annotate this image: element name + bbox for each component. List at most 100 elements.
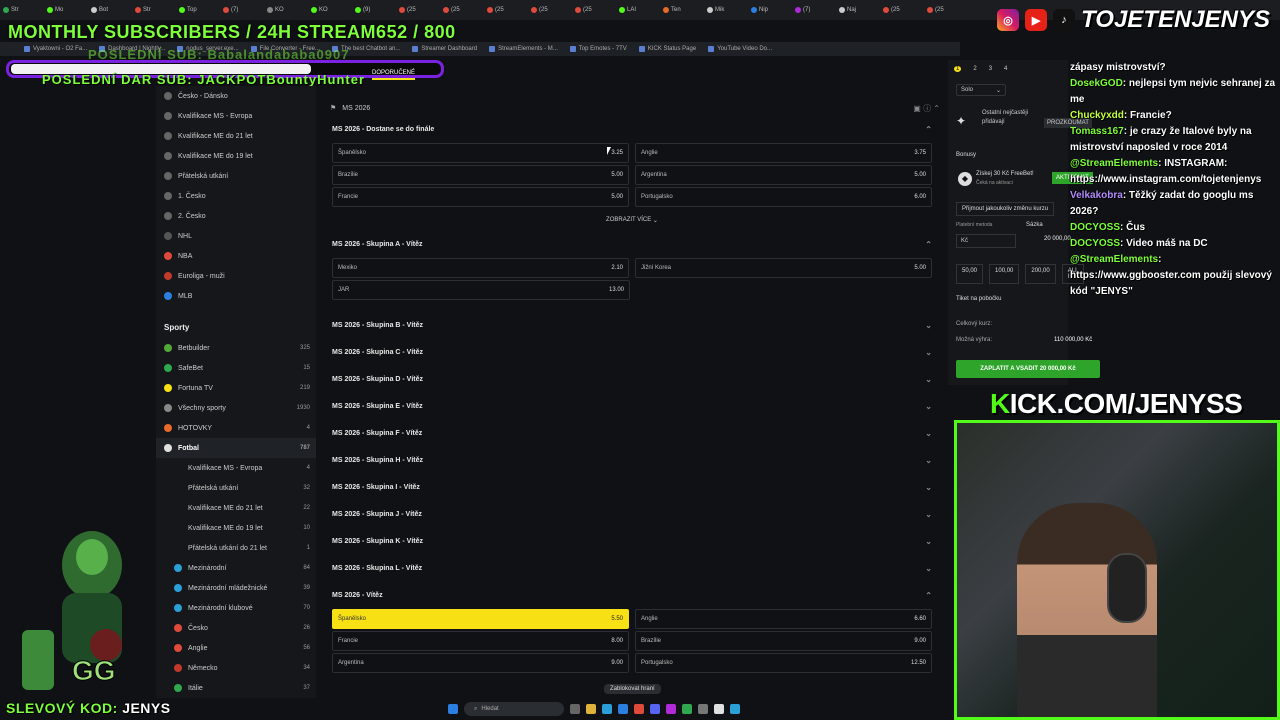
browser-tab[interactable]: Mik [704,3,748,17]
sidebar-item[interactable]: HOTOVKY 4 [156,418,316,438]
browser-tab[interactable]: LAI [616,3,660,17]
tab-recommended[interactable]: DOPORUČENÉ [372,70,416,80]
odds-button[interactable]: Portugalsko 6.00 [635,187,932,207]
betslip-step[interactable]: 2 [973,66,976,72]
sidebar-item[interactable]: Česko - Dánsko [156,86,316,106]
show-more-button[interactable]: ZOBRAZIT VÍCE ⌄ [324,209,940,231]
windows-start-icon[interactable] [448,704,458,714]
bookmark[interactable]: Streamer Dashboard [412,46,477,52]
collapsed-group-header[interactable]: MS 2026 - Skupina I - Vítěz ⌄ [324,474,940,501]
sidebar-item[interactable]: Fotbal 787 [156,438,316,458]
group-header-final[interactable]: MS 2026 - Dostane se do finále ⌃ [324,116,940,143]
collapsed-group-header[interactable]: MS 2026 - Skupina C - Vítěz ⌄ [324,339,940,366]
sidebar-item[interactable]: Mezinárodní 84 [156,558,316,578]
sidebar-item[interactable]: Kvalifikace ME do 19 let 10 [156,518,316,538]
odds-button[interactable]: Francie 8.00 [332,631,629,651]
browser-tab[interactable]: (9) [352,3,396,17]
collapsed-group-header[interactable]: MS 2026 - Skupina J - Vítěz ⌄ [324,501,940,528]
browser-tab[interactable]: (25 [484,3,528,17]
chrome-icon[interactable] [634,704,644,714]
sidebar-item[interactable]: 1. Česko [156,186,316,206]
odds-button[interactable]: Mexiko 2.10 [332,258,629,278]
bookmark[interactable]: StreamElements - M... [489,46,558,52]
browser-tab[interactable]: (7) [220,3,264,17]
header-tools-icon[interactable]: ▣ ⓘ ⌃ [913,103,940,114]
betslip-step[interactable]: 4 [1004,66,1007,72]
odds-button[interactable]: JAR 13.00 [332,280,630,300]
block-gambling-button[interactable]: Zablokovat hraní [604,684,661,694]
odds-button[interactable]: Brazílie 9.00 [635,631,932,651]
obs-icon[interactable] [714,704,724,714]
sidebar-item[interactable]: Německo 34 [156,658,316,678]
collapsed-group-header[interactable]: MS 2026 - Skupina B - Vítěz ⌄ [324,312,940,339]
settings-icon[interactable] [698,704,708,714]
edge-icon[interactable] [602,704,612,714]
sidebar-item[interactable]: Všechny sporty 1930 [156,398,316,418]
odds-button[interactable]: Francie 5.00 [332,187,629,207]
browser-tab[interactable]: (25 [924,3,968,17]
collapsed-group-header[interactable]: MS 2026 - Skupina K - Vítěz ⌄ [324,528,940,555]
sidebar-item[interactable]: Česko 26 [156,618,316,638]
quick-stake-button[interactable]: 50,00 [956,264,984,284]
sidebar-item[interactable]: NHL [156,226,316,246]
bookmark[interactable]: YouTube Video Do... [708,46,772,52]
collapsed-group-header[interactable]: MS 2026 - Skupina E - Vítěz ⌄ [324,393,940,420]
collapsed-group-header[interactable]: MS 2026 - Skupina F - Vítěz ⌄ [324,420,940,447]
odds-button[interactable]: Anglie 3.75 [635,143,932,163]
sidebar-item[interactable]: Kvalifikace MS - Evropa 4 [156,458,316,478]
sidebar-item[interactable]: Anglie 56 [156,638,316,658]
browser-tab[interactable]: KO [308,3,352,17]
odds-button[interactable]: Anglie 6.60 [635,609,932,629]
task-view-icon[interactable] [570,704,580,714]
browser-tab[interactable]: Str [0,3,44,17]
notepad-icon[interactable] [730,704,740,714]
collapsed-group-header[interactable]: MS 2026 - Skupina D - Vítěz ⌄ [324,366,940,393]
taskbar-search[interactable]: ⌕ Hledat [464,702,564,716]
odds-button[interactable]: Španělsko 5.50 [332,609,629,629]
odds-button[interactable]: Argentina 9.00 [332,653,629,673]
sidebar-item[interactable]: Kvalifikace ME do 21 let 22 [156,498,316,518]
sidebar-item[interactable]: Fortuna TV 219 [156,378,316,398]
odds-button[interactable]: Španělsko 3.25 [332,143,629,163]
sidebar-item[interactable]: Betbuilder 325 [156,338,316,358]
sidebar-item[interactable]: NBA [156,246,316,266]
sidebar-item[interactable]: Kvalifikace ME do 21 let [156,126,316,146]
odds-button[interactable]: Portugalsko 12.50 [635,653,932,673]
sidebar-item[interactable]: Mezinárodní mládežnické 39 [156,578,316,598]
sidebar-item[interactable]: Přátelská utkání do 21 let 1 [156,538,316,558]
sidebar-item[interactable]: Mezinárodní klubové 70 [156,598,316,618]
bookmark[interactable]: KICK Status Page [638,46,696,52]
browser-tab[interactable]: (7) [792,3,836,17]
odds-button[interactable]: Argentina 5.00 [635,165,932,185]
store-icon[interactable] [618,704,628,714]
sidebar-item[interactable]: SafeBet 15 [156,358,316,378]
file-explorer-icon[interactable] [586,704,596,714]
sidebar-item[interactable]: Euroliga - muži [156,266,316,286]
sidebar-item[interactable]: Kvalifikace ME do 19 let [156,146,316,166]
stake-input[interactable]: 20 000,00 [1044,236,1071,242]
sidebar-item[interactable]: Kvalifikace MS - Evropa [156,106,316,126]
group-header-winner[interactable]: MS 2026 - Vítěz ⌃ [324,582,940,609]
mode-select[interactable]: Solo ⌄ [956,84,1006,96]
discord-icon[interactable] [650,704,660,714]
group-header-a[interactable]: MS 2026 - Skupina A - Vítěz ⌃ [324,231,940,258]
odds-button[interactable]: Brazílie 5.00 [332,165,629,185]
bookmark[interactable]: Top Emotes - 7TV [569,46,627,52]
bookmark[interactable]: Vyaktowni - O2 Fa... [24,46,87,52]
quick-stake-button[interactable]: 200,00 [1025,264,1056,284]
odds-button[interactable]: Jižní Korea 5.00 [635,258,932,278]
browser-tab[interactable]: KO [264,3,308,17]
sidebar-item[interactable]: MLB [156,286,316,306]
betslip-step[interactable]: 1 [954,66,962,72]
accept-odds-change-button[interactable]: Přijmout jakoukoliv změnu kurzu [956,202,1055,216]
collapsed-group-header[interactable]: MS 2026 - Skupina H - Vítěz ⌄ [324,447,940,474]
browser-tab[interactable]: Mo [44,3,88,17]
browser-tab[interactable]: (25 [396,3,440,17]
collapsed-group-header[interactable]: MS 2026 - Skupina L - Vítěz ⌄ [324,555,940,582]
browser-tab[interactable]: Bot [88,3,132,17]
currency-select[interactable]: Kč [956,234,1016,248]
quick-stake-button[interactable]: 100,00 [989,264,1020,284]
browser-tab[interactable]: (25 [528,3,572,17]
branch-ticket-label[interactable]: Tiket na pobočku [956,296,1001,302]
sidebar-item[interactable]: Itálie 37 [156,678,316,698]
